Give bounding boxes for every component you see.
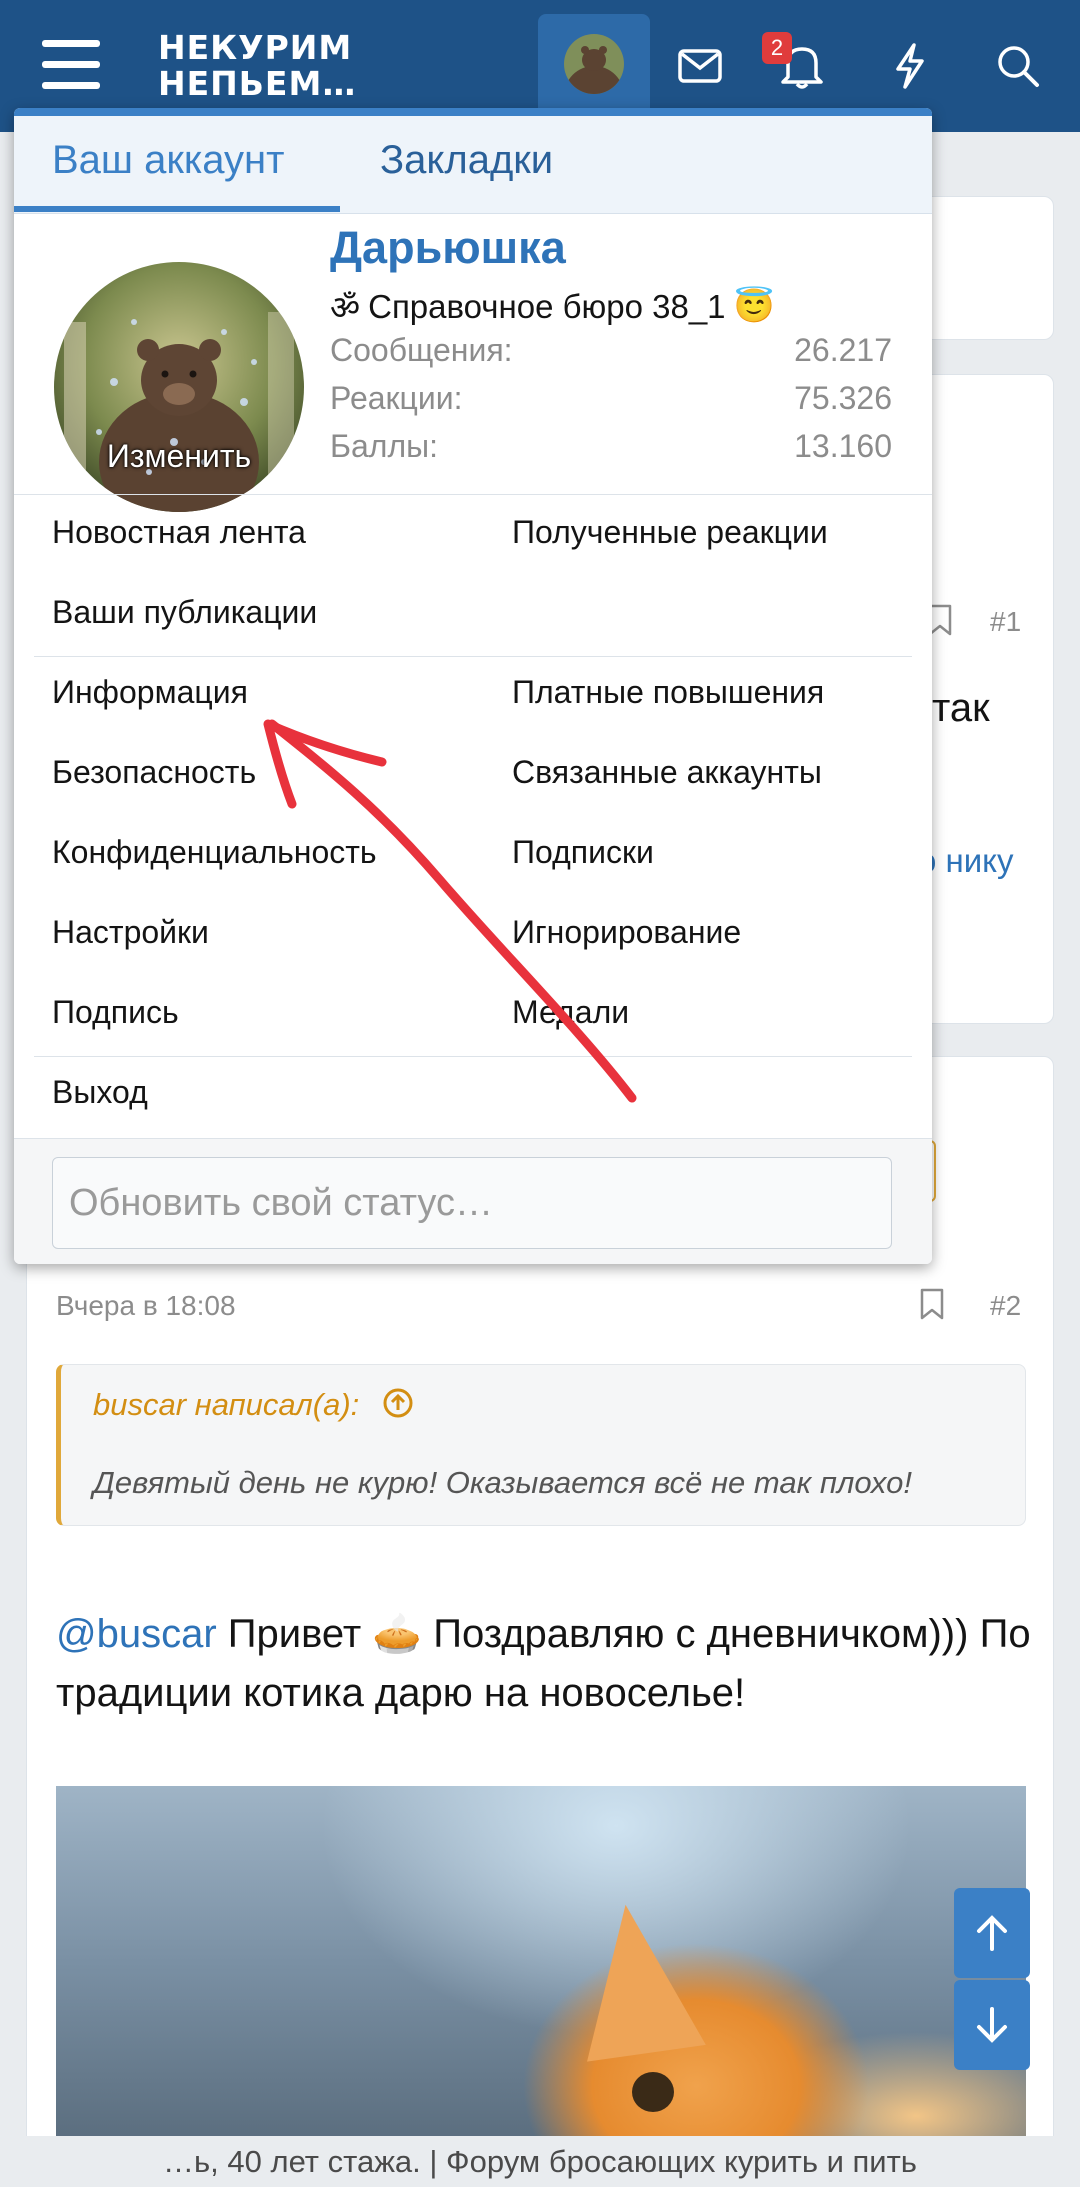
stat-value-messages: 26.217 xyxy=(794,332,892,368)
logo-line-1: НЕКУРИМ xyxy=(158,28,353,67)
link-paid-upgrades[interactable]: Платные повышения xyxy=(512,674,824,711)
menu-tabs: Ваш аккаунт Закладки xyxy=(14,116,932,214)
divider xyxy=(14,494,932,495)
link-ignoring[interactable]: Игнорирование xyxy=(512,914,741,951)
post-number[interactable]: #1 xyxy=(990,606,1021,638)
link-logout[interactable]: Выход xyxy=(52,1074,148,1111)
link-news-feed[interactable]: Новостная лента xyxy=(52,514,306,551)
link-your-posts[interactable]: Ваши публикации xyxy=(52,594,317,631)
om-symbol: ॐ xyxy=(330,289,361,326)
quote-text: Девятый день не курю! Оказывается всё не… xyxy=(93,1465,912,1500)
kitten-ear xyxy=(566,1896,706,2062)
stat-value-reactions: 75.326 xyxy=(794,380,892,416)
notification-badge: 2 xyxy=(762,32,792,64)
user-mention[interactable]: @buscar xyxy=(56,1612,217,1656)
quote-author-label: buscar написал(а): xyxy=(93,1387,360,1422)
stat-value-points: 13.160 xyxy=(794,428,892,464)
menu-accent-line xyxy=(14,108,932,116)
user-title-text: Справочное бюро 38_1 xyxy=(368,287,726,325)
quote-author[interactable]: buscar написал(а): xyxy=(93,1387,414,1423)
logo-line-2: НЕПЬЕМ… xyxy=(158,64,357,103)
kitten-image[interactable] xyxy=(56,1786,1026,2138)
avatar-edit-label[interactable]: Изменить xyxy=(54,438,304,475)
account-menu: Ваш аккаунт Закладки Изменить Дарьюшка ॐ… xyxy=(14,108,932,1264)
post-number[interactable]: #2 xyxy=(990,1290,1021,1322)
divider xyxy=(34,1056,912,1057)
search-icon[interactable] xyxy=(988,36,1048,96)
link-connected-accounts[interactable]: Связанные аккаунты xyxy=(512,754,822,791)
arrow-down-icon xyxy=(977,2007,1007,2043)
halo-smile-emoji: 😇 xyxy=(733,287,775,324)
tab-your-account[interactable]: Ваш аккаунт xyxy=(52,138,284,183)
link-privacy[interactable]: Конфиденциальность xyxy=(52,834,377,871)
bookmark-icon[interactable] xyxy=(928,604,978,644)
link-preferences[interactable]: Настройки xyxy=(52,914,209,951)
post-timestamp[interactable]: Вчера в 18:08 xyxy=(56,1290,236,1322)
kitten-eye xyxy=(632,2072,674,2112)
tab-bookmarks[interactable]: Закладки xyxy=(380,138,553,183)
active-tab-indicator xyxy=(14,206,340,212)
divider xyxy=(34,656,912,657)
link-following[interactable]: Подписки xyxy=(512,834,654,871)
username-link[interactable]: Дарьюшка xyxy=(330,222,566,274)
envelope-icon[interactable] xyxy=(670,36,730,96)
header-avatar[interactable] xyxy=(564,34,624,94)
site-logo[interactable]: НЕКУРИМ НЕПЬЕМ… xyxy=(158,30,356,102)
lightning-icon[interactable] xyxy=(880,36,940,96)
scroll-top-button[interactable] xyxy=(954,1888,1030,1978)
arrow-up-circle-icon[interactable] xyxy=(382,1387,414,1419)
stat-label-reactions: Реакции: xyxy=(330,380,463,416)
page-footer-title: …ь, 40 лет стажа. | Форум бросающих кури… xyxy=(0,2136,1080,2187)
status-input[interactable] xyxy=(52,1157,892,1249)
stat-label-messages: Сообщения: xyxy=(330,332,513,368)
arrow-up-icon xyxy=(977,1915,1007,1951)
user-avatar[interactable]: Изменить xyxy=(54,262,304,512)
link-information[interactable]: Информация xyxy=(52,674,248,711)
bookmark-icon[interactable] xyxy=(920,1288,950,1324)
link-medals[interactable]: Медали xyxy=(512,994,629,1031)
user-title: ॐ Справочное бюро 38_1 😇 xyxy=(330,284,775,329)
status-update-area xyxy=(14,1138,932,1264)
link-received-reactions[interactable]: Полученные реакции xyxy=(512,514,828,551)
stat-label-points: Баллы: xyxy=(330,428,439,464)
scroll-bottom-button[interactable] xyxy=(954,1980,1030,2070)
post-message: @buscar Привет 🥧 Поздравляю с дневничком… xyxy=(56,1605,1036,1723)
partial-link-text[interactable]: о нику xyxy=(918,842,1014,880)
menu-icon[interactable] xyxy=(42,40,100,90)
link-security[interactable]: Безопасность xyxy=(52,754,256,791)
quote-block: buscar написал(а): Девятый день не курю!… xyxy=(56,1364,1026,1526)
link-signature[interactable]: Подпись xyxy=(52,994,179,1031)
partial-post-text: так xyxy=(932,686,990,730)
